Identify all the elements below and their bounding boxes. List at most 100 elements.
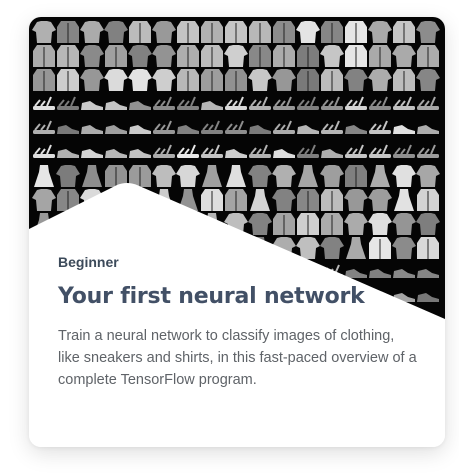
thumbnail-shape: [403, 23, 405, 43]
thumbnail-shape: [392, 165, 416, 187]
thumbnail-shape: [235, 23, 237, 43]
thumbnail-shape: [187, 23, 189, 43]
thumbnail-shape: [177, 154, 199, 158]
thumbnail-shape: [33, 106, 55, 110]
thumbnail-shape: [331, 191, 333, 211]
thumbnail-shape: [80, 21, 104, 43]
thumbnail-shape: [298, 165, 318, 187]
thumbnail-shape: [427, 239, 429, 259]
thumbnail-shape: [105, 125, 127, 134]
thumbnail-shape: [355, 23, 357, 43]
thumbnail-shape: [417, 154, 439, 158]
thumbnail-shape: [346, 144, 364, 155]
thumbnail-shape: [235, 191, 237, 211]
thumbnail-shape: [80, 69, 104, 91]
thumbnail-shape: [187, 47, 189, 67]
thumbnail-shape: [345, 106, 367, 110]
thumbnail-shape: [393, 125, 415, 134]
thumbnail-shape: [418, 96, 436, 107]
thumbnail-shape: [67, 191, 69, 211]
thumbnail-shape: [321, 149, 343, 158]
thumbnail-shape: [187, 71, 189, 91]
thumbnail-shape: [57, 125, 79, 134]
thumbnail-shape: [201, 154, 223, 158]
thumbnail-shape: [417, 269, 439, 278]
thumbnail-shape: [345, 125, 367, 134]
thumbnail-shape: [225, 149, 247, 158]
thumbnail-shape: [226, 165, 246, 187]
thumbnail-shape: [57, 149, 79, 158]
thumbnail-shape: [82, 213, 102, 235]
thumbnail-shape: [81, 149, 103, 158]
page: Beginner Your first neural network Train…: [0, 0, 459, 475]
thumbnail-shape: [81, 101, 103, 110]
thumbnail-shape: [34, 264, 52, 275]
thumbnail-shape: [272, 189, 296, 211]
tutorial-card[interactable]: Beginner Your first neural network Train…: [29, 17, 445, 447]
thumbnail-shape: [272, 165, 296, 187]
thumbnail-shape: [307, 191, 309, 211]
thumbnail-shape: [201, 130, 223, 134]
thumbnail-shape: [33, 293, 55, 302]
thumbnail-shape: [202, 120, 220, 131]
thumbnail-shape: [322, 96, 340, 107]
thumbnail-shape: [418, 144, 436, 155]
thumbnail-shape: [129, 149, 151, 158]
thumbnail-shape: [307, 47, 309, 67]
thumbnail-shape: [273, 149, 295, 158]
thumbnail-shape: [211, 191, 213, 211]
thumbnail-shape: [80, 45, 104, 67]
thumbnail-shape: [248, 69, 272, 91]
thumbnail-shape: [67, 71, 69, 91]
thumbnail-shape: [153, 130, 175, 134]
thumbnail-shape: [297, 125, 319, 134]
thumbnail-shape: [416, 213, 440, 235]
thumbnail-shape: [249, 106, 271, 110]
thumbnail-shape: [152, 45, 176, 67]
thumbnail-shape: [43, 239, 45, 259]
thumbnail-shape: [248, 165, 272, 187]
thumbnail-shape: [67, 215, 69, 235]
thumbnail-shape: [154, 120, 172, 131]
thumbnail-shape: [178, 189, 198, 211]
thumbnail-shape: [331, 215, 333, 235]
thumbnail-shape: [250, 144, 268, 155]
thumbnail-shape: [115, 47, 117, 67]
thumbnail-shape: [417, 317, 439, 326]
card-title[interactable]: Your first neural network: [58, 283, 420, 311]
thumbnail-shape: [321, 130, 343, 134]
thumbnail-shape: [67, 47, 69, 67]
thumbnail-shape: [34, 144, 52, 155]
thumbnail-shape: [104, 189, 128, 211]
thumbnail-shape: [235, 71, 237, 91]
thumbnail-shape: [368, 21, 392, 43]
thumbnail-shape: [81, 125, 103, 134]
thumbnail-shape: [298, 144, 316, 155]
thumbnail-shape: [58, 96, 76, 107]
thumbnail-shape: [178, 96, 196, 107]
thumbnail-shape: [370, 144, 388, 155]
thumbnail-shape: [105, 101, 127, 110]
thumbnail-shape: [56, 165, 80, 187]
thumbnail-shape: [297, 154, 319, 158]
thumbnail-shape: [224, 213, 248, 235]
thumbnail-shape: [346, 96, 364, 107]
thumbnail-shape: [82, 165, 102, 187]
thumbnail-shape: [115, 167, 117, 187]
thumbnail-shape: [394, 144, 412, 155]
thumbnail-shape: [417, 293, 439, 302]
thumbnail-shape: [33, 274, 55, 278]
thumbnail-shape: [250, 189, 270, 211]
thumbnail-shape: [249, 125, 271, 134]
thumbnail-shape: [128, 45, 152, 67]
thumbnail-shape: [259, 47, 261, 67]
thumbnail-shape: [153, 154, 175, 158]
thumbnail-shape: [32, 21, 56, 43]
thumbnail-shape: [34, 165, 54, 187]
thumbnail-shape: [427, 191, 429, 211]
thumbnail-shape: [202, 144, 220, 155]
thumbnail-shape: [201, 101, 223, 110]
thumbnail-shape: [274, 96, 292, 107]
thumbnail-shape: [273, 130, 295, 134]
thumbnail-shape: [104, 21, 128, 43]
